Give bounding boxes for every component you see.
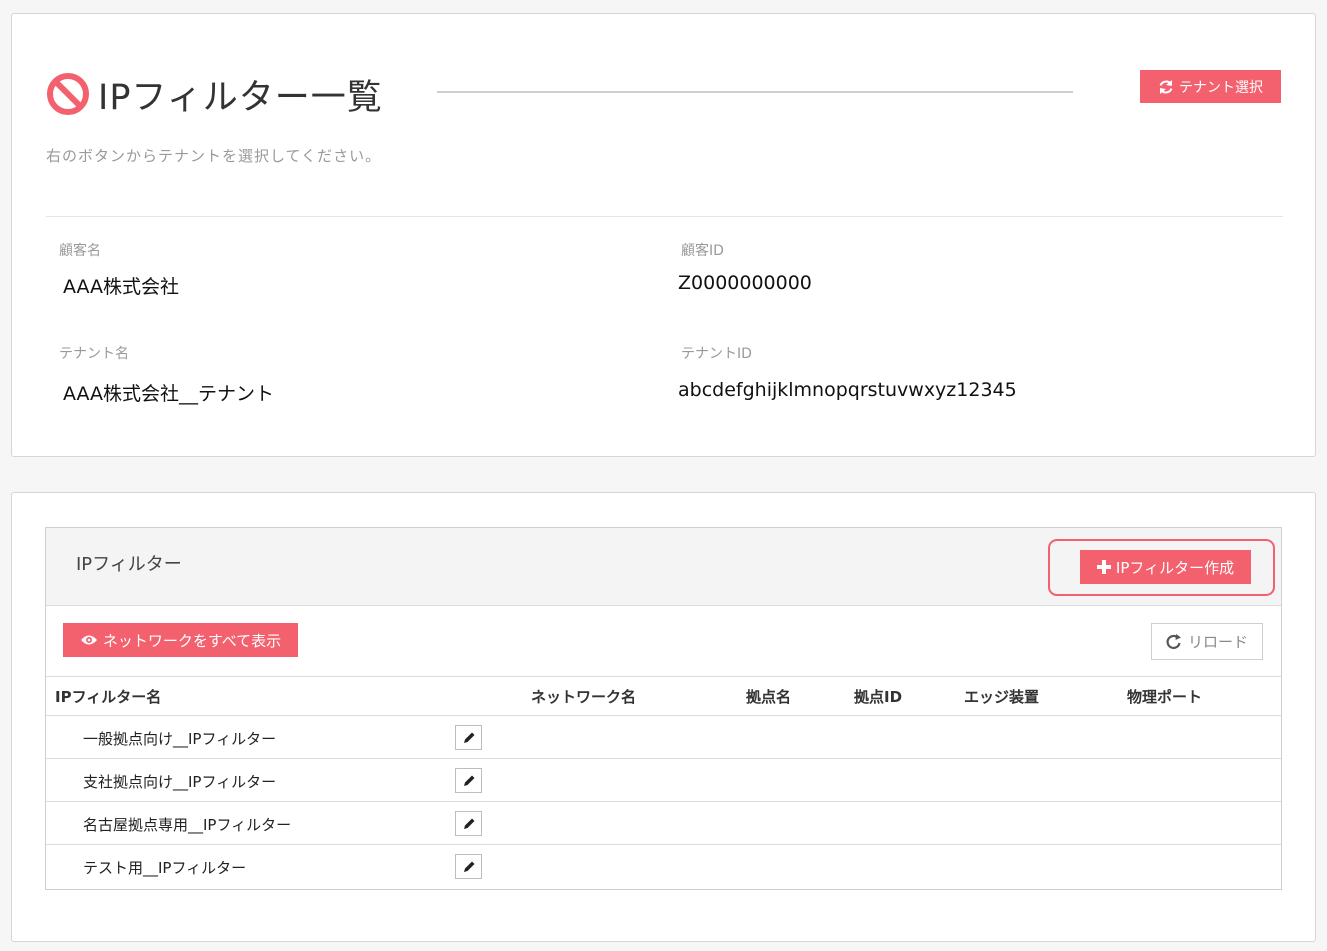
create-ip-filter-label: IPフィルター作成 bbox=[1115, 558, 1235, 577]
customer-id-label: 顧客ID bbox=[681, 243, 724, 259]
customer-name-label: 顧客名 bbox=[59, 243, 101, 259]
plus-icon bbox=[1096, 560, 1111, 574]
filter-name: 支社拠点向け__IPフィルター bbox=[83, 773, 277, 791]
page-subtitle: 右のボタンからテナントを選択してください。 bbox=[46, 147, 382, 165]
column-header-physical-port: 物理ポート bbox=[1127, 688, 1203, 706]
table-row: 名古屋拠点専用__IPフィルター bbox=[46, 802, 1281, 845]
tenant-name-label: テナント名 bbox=[59, 346, 129, 362]
section-divider bbox=[46, 216, 1283, 217]
panel-header: IPフィルター IPフィルター作成 bbox=[46, 528, 1281, 606]
tenant-select-button[interactable]: テナント選択 bbox=[1140, 70, 1281, 103]
filter-name: 一般拠点向け__IPフィルター bbox=[83, 730, 277, 748]
filter-name: テスト用__IPフィルター bbox=[83, 859, 247, 877]
tenant-id-label: テナントID bbox=[681, 346, 752, 362]
reload-button[interactable]: リロード bbox=[1151, 623, 1263, 660]
page-title-row: IPフィルター一覧 bbox=[46, 69, 383, 119]
create-ip-filter-button[interactable]: IPフィルター作成 bbox=[1080, 550, 1251, 584]
column-header-site-id: 拠点ID bbox=[854, 688, 903, 706]
ip-filter-panel: IPフィルター IPフィルター作成 ネットワークをすべて表示 リロード IPフィ… bbox=[45, 527, 1282, 890]
show-all-networks-label: ネットワークをすべて表示 bbox=[102, 631, 282, 650]
reload-label: リロード bbox=[1187, 633, 1248, 651]
show-all-networks-button[interactable]: ネットワークをすべて表示 bbox=[63, 623, 298, 657]
ip-filter-card: IPフィルター IPフィルター作成 ネットワークをすべて表示 リロード IPフィ… bbox=[11, 492, 1316, 942]
table-row: テスト用__IPフィルター bbox=[46, 845, 1281, 888]
column-header-edge-device: エッジ装置 bbox=[964, 688, 1040, 706]
tenant-select-label: テナント選択 bbox=[1179, 79, 1263, 96]
customer-name-value: AAA株式会社 bbox=[63, 276, 180, 298]
pencil-icon bbox=[463, 732, 474, 743]
filter-name: 名古屋拠点専用__IPフィルター bbox=[83, 816, 292, 834]
pencil-icon bbox=[463, 861, 474, 872]
tenant-name-value: AAA株式会社__テナント bbox=[63, 383, 275, 405]
table-header: IPフィルター名 ネットワーク名 拠点名 拠点ID エッジ装置 物理ポート bbox=[46, 676, 1281, 716]
column-header-site-name: 拠点名 bbox=[746, 688, 792, 706]
column-header-filter-name: IPフィルター名 bbox=[55, 688, 162, 706]
column-header-network-name: ネットワーク名 bbox=[531, 688, 637, 706]
refresh-icon bbox=[1159, 79, 1173, 94]
table-row: 一般拠点向け__IPフィルター bbox=[46, 716, 1281, 759]
page-title: IPフィルター一覧 bbox=[98, 77, 383, 118]
eye-icon bbox=[80, 635, 97, 645]
tenant-info-card: IPフィルター一覧 テナント選択 右のボタンからテナントを選択してください。 顧… bbox=[11, 13, 1316, 457]
panel-title: IPフィルター bbox=[76, 554, 182, 575]
edit-button[interactable] bbox=[455, 725, 482, 750]
table-row: 支社拠点向け__IPフィルター bbox=[46, 759, 1281, 802]
title-divider bbox=[437, 91, 1073, 93]
customer-id-value: Z0000000000 bbox=[678, 272, 812, 294]
pencil-icon bbox=[463, 818, 474, 829]
edit-button[interactable] bbox=[455, 768, 482, 793]
ban-icon bbox=[47, 73, 89, 115]
edit-button[interactable] bbox=[455, 854, 482, 879]
reload-icon bbox=[1166, 633, 1181, 649]
pencil-icon bbox=[463, 775, 474, 786]
edit-button[interactable] bbox=[455, 811, 482, 836]
tenant-id-value: abcdefghijklmnopqrstuvwxyz12345 bbox=[678, 379, 1017, 401]
